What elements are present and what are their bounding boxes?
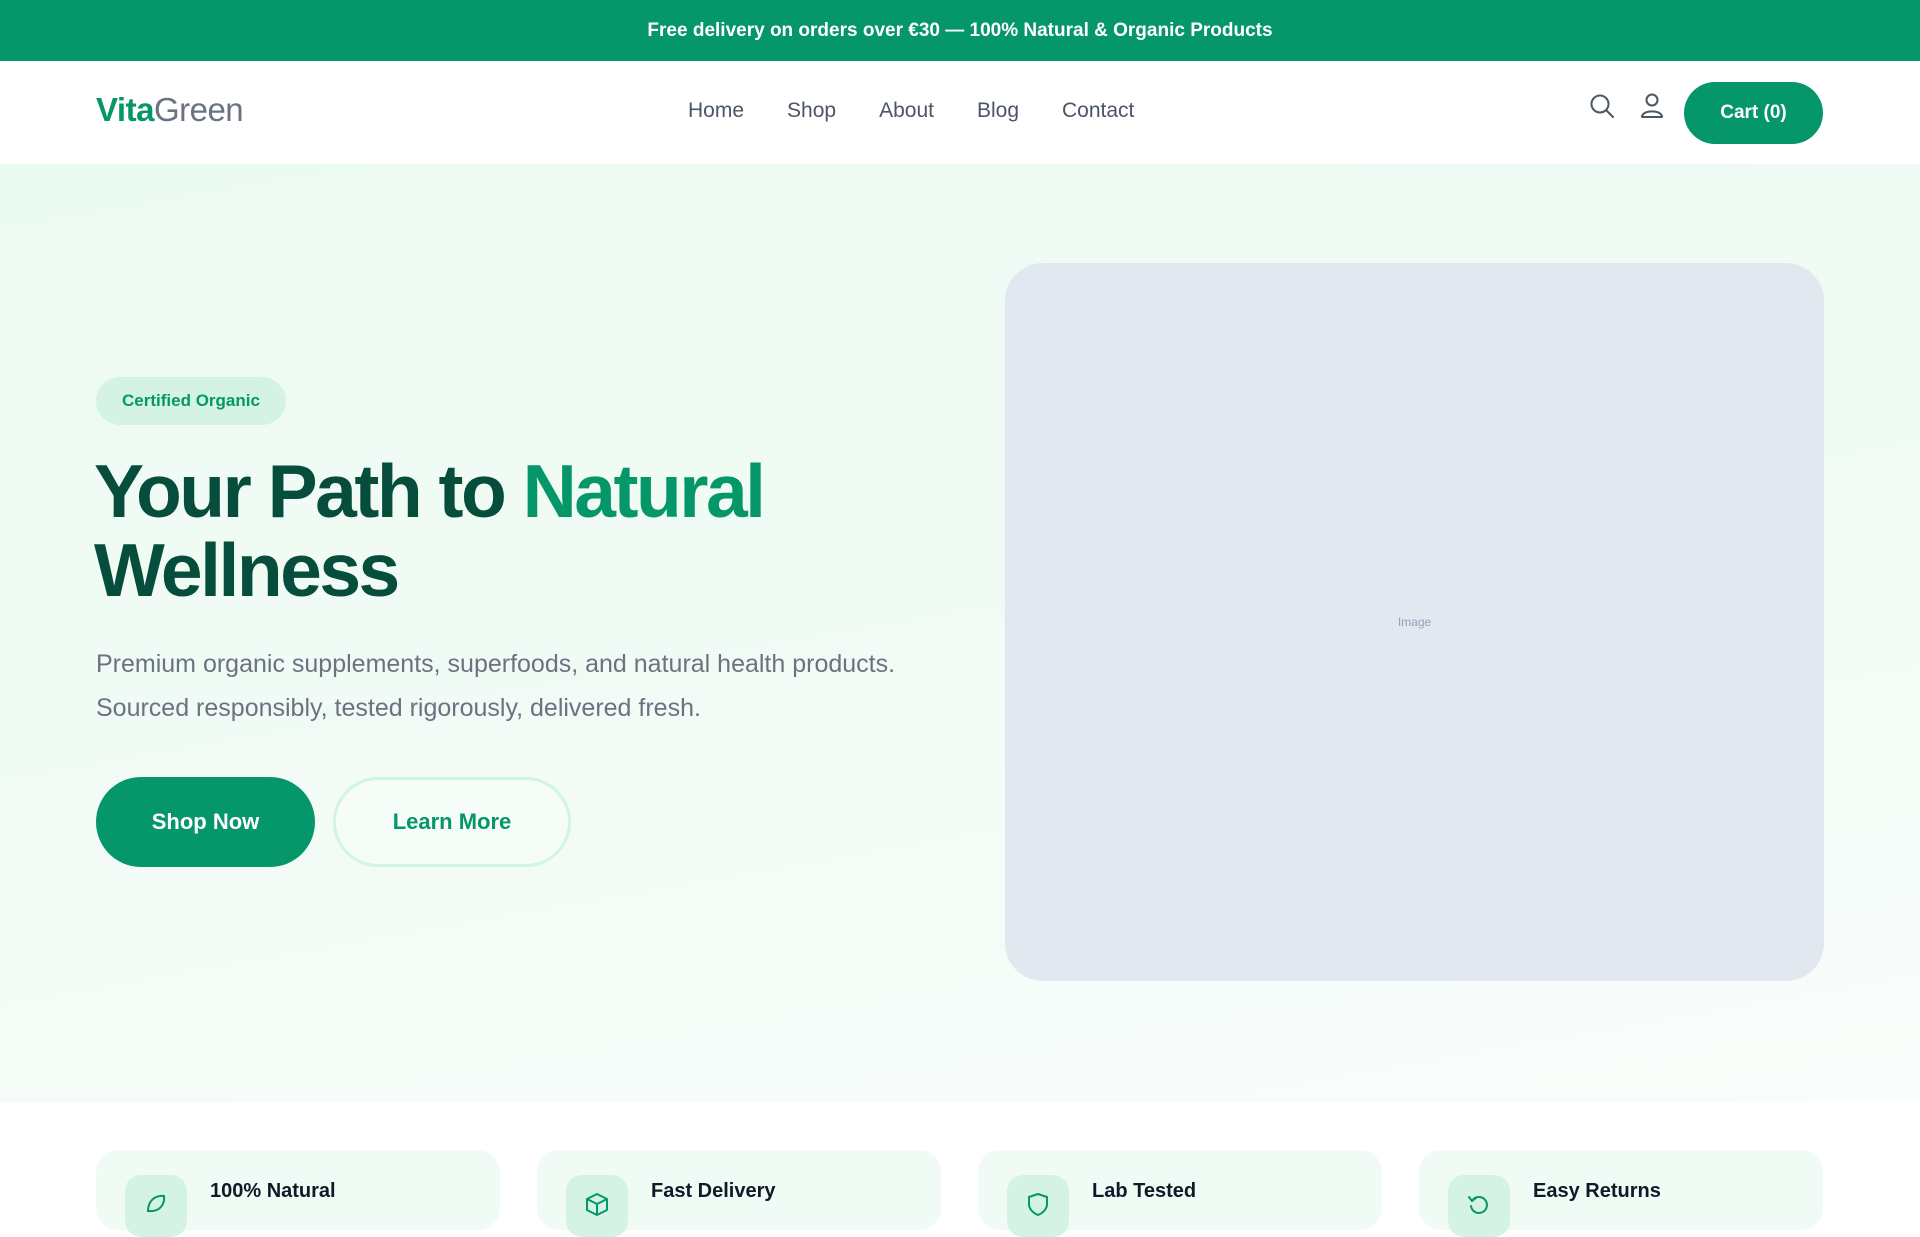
announcement-bar: Free delivery on orders over €30 — 100% … [0, 0, 1920, 61]
feature-card-natural: 100% Natural [96, 1150, 500, 1237]
hero-image-placeholder: Image [1005, 263, 1824, 981]
return-icon [1468, 1196, 1488, 1214]
feature-card-returns: Easy Returns [1419, 1150, 1823, 1237]
shop-now-button[interactable]: Shop Now [96, 777, 315, 867]
cart-button[interactable]: Cart (0) [1684, 82, 1823, 144]
account-button[interactable] [1636, 90, 1668, 122]
nav-about[interactable]: About [879, 99, 934, 123]
image-placeholder-label: Image [1397, 615, 1432, 629]
logo-part-green: Green [153, 91, 244, 128]
hero-subtext: Premium organic supplements, superfoods,… [96, 650, 896, 722]
hero-headline: Your Path to Natural Wellness [94, 452, 854, 610]
announcement-text: Free delivery on orders over €30 — 100% … [647, 19, 1273, 41]
main-nav: Home Shop About Blog Contact [688, 99, 1177, 123]
certified-badge: Certified Organic [96, 377, 286, 425]
logo[interactable]: VitaGreen [96, 91, 244, 129]
nav-blog[interactable]: Blog [977, 99, 1019, 123]
search-icon [1590, 94, 1614, 118]
feature-icon-box [1448, 1175, 1510, 1237]
feature-icon-box [566, 1175, 628, 1237]
user-icon [1641, 93, 1663, 118]
headline-part1: Your Path to [94, 449, 507, 533]
site-header: VitaGreen Home Shop About Blog Contact [0, 61, 1920, 164]
nav-contact[interactable]: Contact [1062, 99, 1134, 123]
features-strip: 100% Natural Fast Delivery Lab Tested Ea… [0, 1102, 1920, 1237]
headline-part2: Wellness [94, 528, 400, 612]
logo-part-vita: Vita [96, 91, 154, 128]
learn-more-button[interactable]: Learn More [333, 777, 571, 867]
headline-accent: Natural [522, 449, 766, 533]
feature-icon-box [125, 1175, 187, 1237]
hero-section: Certified Organic Your Path to Natural W… [0, 164, 1920, 1102]
shield-icon [1028, 1193, 1048, 1216]
box-icon [586, 1193, 608, 1216]
feature-card-delivery: Fast Delivery [537, 1150, 941, 1237]
feature-icon-box [1007, 1175, 1069, 1237]
feature-card-lab-tested: Lab Tested [978, 1150, 1382, 1237]
nav-shop[interactable]: Shop [787, 99, 836, 123]
nav-home[interactable]: Home [688, 99, 744, 123]
search-button[interactable] [1586, 90, 1618, 122]
leaf-icon [146, 1194, 166, 1213]
